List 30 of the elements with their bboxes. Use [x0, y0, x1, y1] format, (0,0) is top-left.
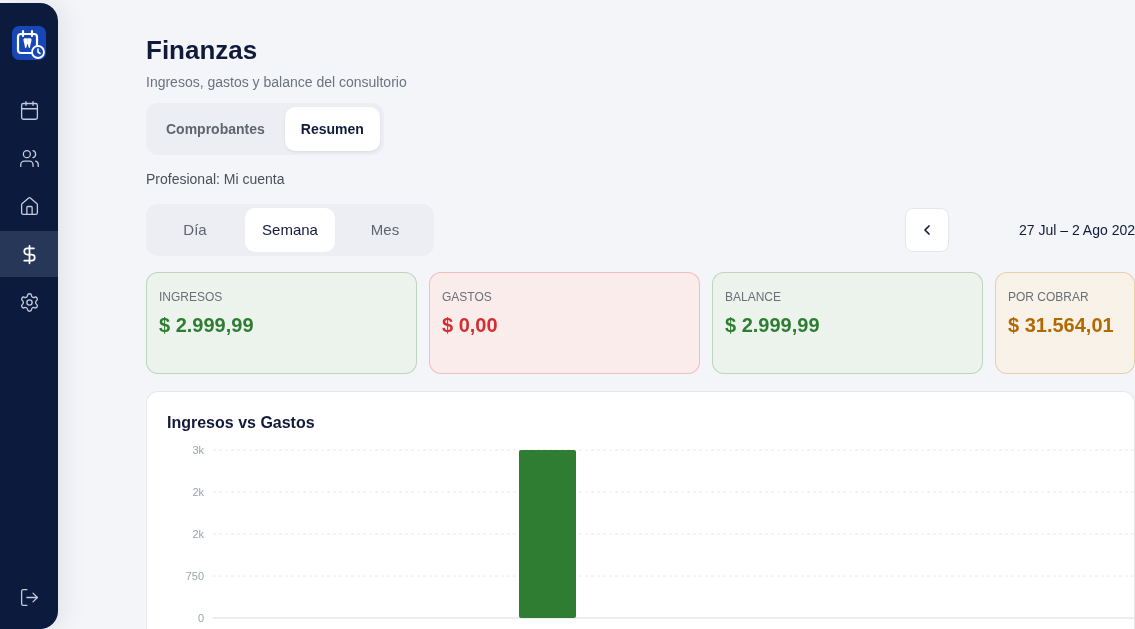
- logout-icon: [18, 586, 40, 608]
- view-tab[interactable]: Resumen: [284, 107, 380, 151]
- card-label: GASTOS: [442, 289, 493, 305]
- card-value: $ 2.999,99: [725, 313, 821, 338]
- card-value: $ 31.564,01: [1008, 313, 1115, 338]
- y-axis-label: 2k: [192, 527, 204, 540]
- card-value: $ 2.999,99: [159, 313, 255, 338]
- y-axis-label: 3k: [192, 443, 204, 456]
- calendar-icon: [18, 99, 40, 121]
- period-tab[interactable]: Semana: [245, 208, 335, 252]
- page-subtitle: Ingresos, gastos y balance del consultorio: [146, 73, 407, 92]
- users-icon: [18, 147, 40, 169]
- card-value: $ 0,00: [442, 313, 499, 338]
- card-label: INGRESOS: [159, 289, 224, 305]
- period-tab[interactable]: Mes: [340, 208, 430, 252]
- nav-button[interactable]: [0, 231, 58, 277]
- settings-icon: [18, 291, 40, 313]
- card-label: BALANCE: [725, 289, 783, 305]
- chart-title: Ingresos vs Gastos: [167, 413, 316, 433]
- card-label: POR COBRAR: [1008, 289, 1090, 305]
- view-tab[interactable]: Comprobantes: [150, 107, 281, 151]
- house-icon: [18, 195, 40, 217]
- y-axis-label: 2k: [192, 485, 204, 498]
- period-tab[interactable]: Día: [150, 208, 240, 252]
- y-axis-label: 0: [197, 611, 204, 624]
- page-title: Finanzas: [146, 34, 258, 66]
- y-axis-label: 750: [185, 569, 204, 582]
- date-range: 27 Jul – 2 Ago 202: [1019, 220, 1135, 240]
- app-logo-icon: [12, 26, 46, 60]
- professional-filter-label: Profesional: Mi cuenta: [146, 170, 285, 189]
